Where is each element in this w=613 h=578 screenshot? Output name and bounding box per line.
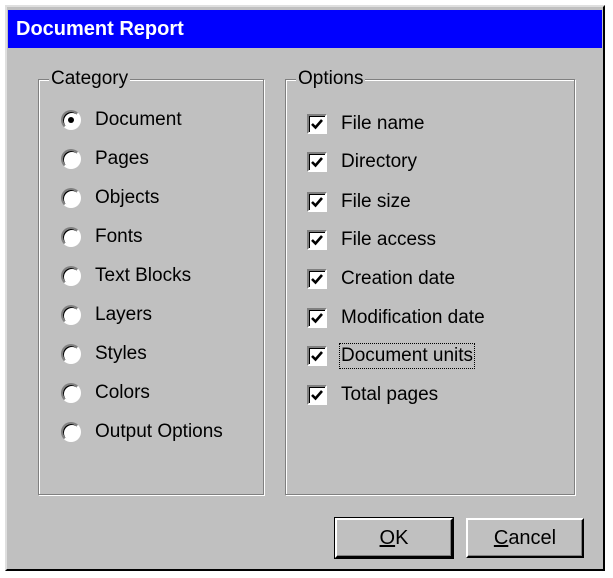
check-icon <box>311 119 323 130</box>
checkbox-icon[interactable] <box>307 269 327 289</box>
title-bar: Document Report <box>8 10 602 48</box>
label-rest: K <box>395 526 409 549</box>
check-icon <box>311 157 323 168</box>
checkbox-label: File name <box>341 113 425 134</box>
cancel-button-label: Cancel <box>494 527 556 550</box>
check-icon <box>311 274 323 285</box>
checkbox-icon[interactable] <box>307 192 327 212</box>
category-group-label: Category <box>49 67 131 91</box>
checkbox-modification-date[interactable]: Modification date <box>307 305 485 331</box>
check-icon <box>311 390 323 401</box>
checkbox-directory[interactable]: Directory <box>307 149 417 175</box>
checkbox-icon[interactable] <box>307 385 327 405</box>
access-key: O <box>379 526 396 549</box>
checkbox-creation-date[interactable]: Creation date <box>307 266 455 292</box>
checkbox-label: Modification date <box>341 307 485 328</box>
label-rest: ancel <box>508 526 557 549</box>
radio-document[interactable]: Document <box>61 107 182 133</box>
check-icon <box>311 351 323 362</box>
radio-button-icon[interactable] <box>61 188 81 208</box>
ok-button-label: OK <box>380 527 409 550</box>
check-icon <box>311 197 323 208</box>
checkbox-icon[interactable] <box>307 308 327 328</box>
checkbox-label: Document units <box>338 343 476 369</box>
window-title: Document Report <box>16 18 184 40</box>
radio-selected-dot <box>68 117 74 123</box>
radio-button-icon[interactable] <box>61 149 81 169</box>
checkbox-total-pages[interactable]: Total pages <box>307 382 438 408</box>
cancel-button[interactable]: Cancel <box>466 518 584 558</box>
radio-text-blocks[interactable]: Text Blocks <box>61 263 191 289</box>
checkbox-icon[interactable] <box>307 114 327 134</box>
checkbox-icon[interactable] <box>307 230 327 250</box>
radio-colors[interactable]: Colors <box>61 380 150 406</box>
access-key: C <box>493 526 509 549</box>
radio-label: Objects <box>95 187 160 208</box>
checkbox-document-units[interactable]: Document units <box>307 343 476 369</box>
checkbox-label: File size <box>341 191 411 212</box>
checkbox-file-size[interactable]: File size <box>307 189 411 215</box>
checkbox-label: Total pages <box>341 384 439 405</box>
checkbox-icon[interactable] <box>307 152 327 172</box>
radio-label: Styles <box>95 343 147 364</box>
radio-pages[interactable]: Pages <box>61 146 149 172</box>
radio-label: Output Options <box>95 421 223 442</box>
radio-button-icon[interactable] <box>61 266 81 286</box>
radio-label: Layers <box>95 304 153 325</box>
radio-objects[interactable]: Objects <box>61 185 159 211</box>
radio-output-options[interactable]: Output Options <box>61 419 223 445</box>
radio-button-icon[interactable] <box>61 383 81 403</box>
checkbox-label: Creation date <box>341 268 456 289</box>
checkbox-file-name[interactable]: File name <box>307 111 424 137</box>
radio-button-icon[interactable] <box>61 344 81 364</box>
radio-fonts[interactable]: Fonts <box>61 224 143 250</box>
radio-label: Pages <box>95 148 149 169</box>
radio-layers[interactable]: Layers <box>61 302 152 328</box>
radio-label: Text Blocks <box>95 265 192 286</box>
radio-button-icon[interactable] <box>61 305 81 325</box>
options-group-label: Options <box>296 67 366 91</box>
checkbox-file-access[interactable]: File access <box>307 227 436 253</box>
radio-button-icon[interactable] <box>61 227 81 247</box>
checkbox-label: Directory <box>341 151 418 172</box>
radio-label: Fonts <box>95 226 143 247</box>
radio-button-icon[interactable] <box>61 422 81 442</box>
radio-label: Document <box>95 109 182 130</box>
radio-label: Colors <box>95 382 150 403</box>
radio-styles[interactable]: Styles <box>61 341 147 367</box>
check-icon <box>311 313 323 324</box>
ok-button[interactable]: OK <box>334 517 454 559</box>
check-icon <box>311 235 323 246</box>
checkbox-label: File access <box>341 229 437 250</box>
checkbox-icon[interactable] <box>307 346 327 366</box>
radio-button-icon[interactable] <box>61 110 81 130</box>
